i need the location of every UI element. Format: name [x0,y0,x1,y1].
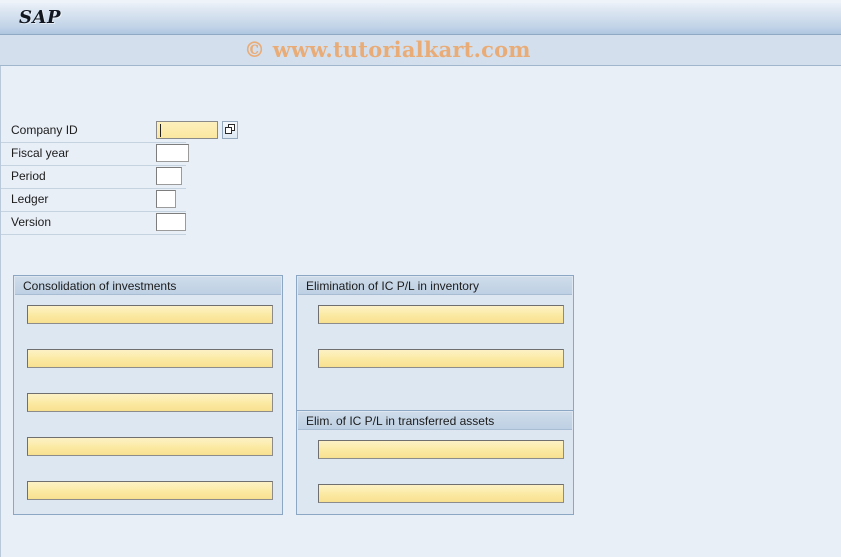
title-bar: SAP [0,0,841,35]
text-caret [160,124,161,137]
form-row: Fiscal year [1,143,189,166]
group-box-title: Consolidation of investments [15,277,281,295]
group-box-body [15,296,281,513]
form-row: Period [1,166,186,189]
group-box-body [298,431,572,513]
group-input-field[interactable] [318,349,564,368]
group-input-field[interactable] [318,440,564,459]
search-help-icon[interactable] [222,121,238,139]
group-input-field[interactable] [27,393,273,412]
group-input-field[interactable] [318,484,564,503]
input-ledger[interactable] [156,190,176,208]
content-area: Company ID Fiscal year Period Ledger Version… [0,66,841,557]
group-box: Consolidation of investments [13,275,283,515]
group-input-field[interactable] [27,305,273,324]
form-row: Company ID [1,120,238,143]
input-period[interactable] [156,167,182,185]
sap-logo: SAP [19,7,61,28]
group-input-field[interactable] [27,349,273,368]
watermark-text: © www.tutorialkart.com [244,37,531,62]
header-form: Company ID Fiscal year Period Ledger Version [1,120,238,235]
group-input-field[interactable] [27,481,273,500]
group-box-title: Elimination of IC P/L in inventory [298,277,572,295]
group-box: Elim. of IC P/L in transferred assets [296,410,574,515]
form-label: Fiscal year [11,146,70,160]
group-box-title-label: Elim. of IC P/L in transferred assets [306,414,495,428]
input-fiscal-year[interactable] [156,144,189,162]
title-bar-top-edge [0,0,841,3]
form-row: Version [1,212,186,235]
watermark-band: © www.tutorialkart.com [0,35,841,66]
group-box-title-label: Elimination of IC P/L in inventory [306,279,479,293]
input-company-id[interactable] [156,121,218,139]
form-row: Ledger [1,189,186,212]
form-label: Version [11,215,52,229]
group-input-field[interactable] [27,437,273,456]
group-box-title-label: Consolidation of investments [23,279,177,293]
input-version[interactable] [156,213,186,231]
form-label: Period [11,169,46,183]
form-label: Company ID [11,123,78,137]
sap-window: SAP © www.tutorialkart.com Company ID Fis… [0,0,841,557]
group-input-field[interactable] [318,305,564,324]
form-label: Ledger [11,192,49,206]
group-box-title: Elim. of IC P/L in transferred assets [298,412,572,430]
